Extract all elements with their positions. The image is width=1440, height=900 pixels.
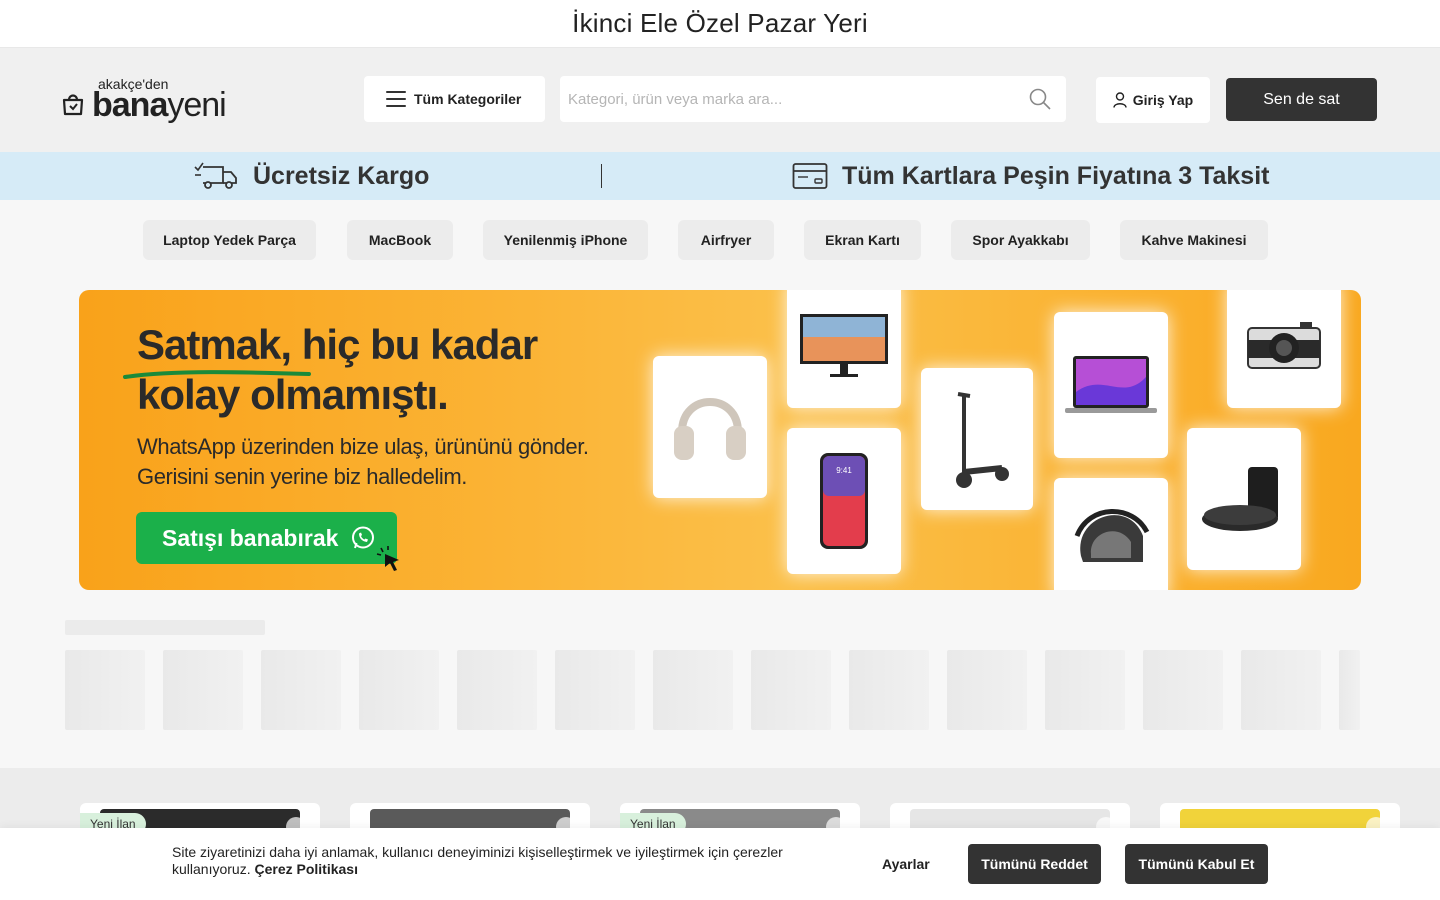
user-icon [1113,92,1127,108]
category-placeholder [261,650,341,730]
top-title-bar: İkinci Ele Özel Pazar Yeri [0,0,1440,48]
scooter-tile [921,368,1033,510]
popular-searches: Laptop Yedek Parça MacBook Yenilenmiş iP… [0,200,1440,290]
category-placeholder [65,650,145,730]
installment-promo: Tüm Kartlara Peşin Fiyatına 3 Taksit [792,152,1269,200]
chip-macbook[interactable]: MacBook [347,220,453,260]
headphones-icon [674,398,746,460]
logo-brand: banayeni [92,86,227,124]
category-placeholder [555,650,635,730]
promo-strip: Ücretsiz Kargo Tüm Kartlara Peşin Fiyatı… [0,152,1440,200]
search-bar [560,76,1066,122]
category-placeholder [1241,650,1321,730]
promo-divider [601,164,602,188]
chip-graphics-card[interactable]: Ekran Kartı [804,220,921,260]
category-placeholder [457,650,537,730]
cookie-banner: Site ziyaretinizi daha iyi anlamak, kull… [0,828,1440,900]
hero-banner[interactable]: Satmak, hiç bu kadar kolay olmamıştı. Wh… [79,290,1361,590]
free-shipping-label: Ücretsiz Kargo [253,161,430,190]
chip-coffee-machine[interactable]: Kahve Makinesi [1120,220,1268,260]
cookie-message: Site ziyaretinizi daha iyi anlamak, kull… [172,844,783,877]
whatsapp-icon [352,526,375,549]
robot-vacuum-icon [1202,467,1278,531]
chip-airfryer[interactable]: Airfryer [678,220,774,260]
chip-laptop-parts[interactable]: Laptop Yedek Parça [143,220,316,260]
reject-all-button[interactable]: Tümünü Reddet [968,844,1101,884]
logo[interactable]: akakçe'den banayeni [60,76,230,126]
installment-label: Tüm Kartlara Peşin Fiyatına 3 Taksit [842,161,1270,190]
laptop-icon [1065,356,1157,413]
electric-scooter-icon [956,392,1009,488]
macbook-tile [1054,312,1168,458]
credit-card-icon [792,163,828,189]
menu-icon [386,91,406,107]
category-placeholder [653,650,733,730]
robot-vacuum-tile [1187,428,1301,570]
headphones-tile [653,356,767,498]
login-button[interactable]: Giriş Yap [1096,77,1210,123]
all-categories-button[interactable]: Tüm Kategoriler [364,76,545,122]
brush-stroke-decoration [123,370,311,379]
search-icon[interactable] [1028,87,1052,111]
accept-all-button[interactable]: Tümünü Kabul Et [1125,844,1268,884]
category-placeholder [947,650,1027,730]
site-header: akakçe'den banayeni Tüm Kategoriler Giri… [0,48,1440,152]
whatsapp-sell-label: Satışı banabırak [162,524,339,551]
category-placeholder [751,650,831,730]
login-label: Giriş Yap [1132,92,1194,108]
banner-subtext: WhatsApp üzerinden bize ulaş, ürününü gö… [137,434,589,489]
search-input[interactable] [560,76,1028,122]
chip-sneakers[interactable]: Spor Ayakkabı [951,220,1090,260]
category-placeholder [1045,650,1125,730]
cookie-settings-button[interactable]: Ayarlar [882,856,930,872]
section-title-placeholder [65,620,265,635]
delivery-truck-icon [194,162,237,189]
camera-tile [1227,290,1341,408]
chip-refurbished-iphone[interactable]: Yenilenmiş iPhone [483,220,648,260]
free-shipping-promo: Ücretsiz Kargo [193,152,429,200]
cursor-click-icon [376,546,399,571]
sell-button[interactable]: Sen de sat [1226,78,1377,121]
page-title: İkinci Ele Özel Pazar Yeri [572,8,868,38]
svg-text:9:41: 9:41 [836,466,852,475]
category-placeholder [1143,650,1223,730]
smartphone-icon: 9:41 [820,453,868,549]
cookie-policy-link[interactable]: Çerez Politikası [254,861,358,877]
whatsapp-sell-button[interactable]: Satışı banabırak [136,512,397,564]
category-placeholder [359,650,439,730]
shopping-bag-icon [62,94,84,116]
category-placeholder [1339,650,1360,730]
monitor-tile [787,290,901,408]
baby-car-seat-tile [1054,478,1168,590]
monitor-icon [800,314,888,377]
category-placeholder [849,650,929,730]
category-placeholder [163,650,243,730]
camera-icon [1247,322,1321,369]
iphone-tile: 9:41 [787,428,901,574]
all-categories-label: Tüm Kategoriler [414,91,522,107]
car-seat-icon [1074,509,1150,562]
